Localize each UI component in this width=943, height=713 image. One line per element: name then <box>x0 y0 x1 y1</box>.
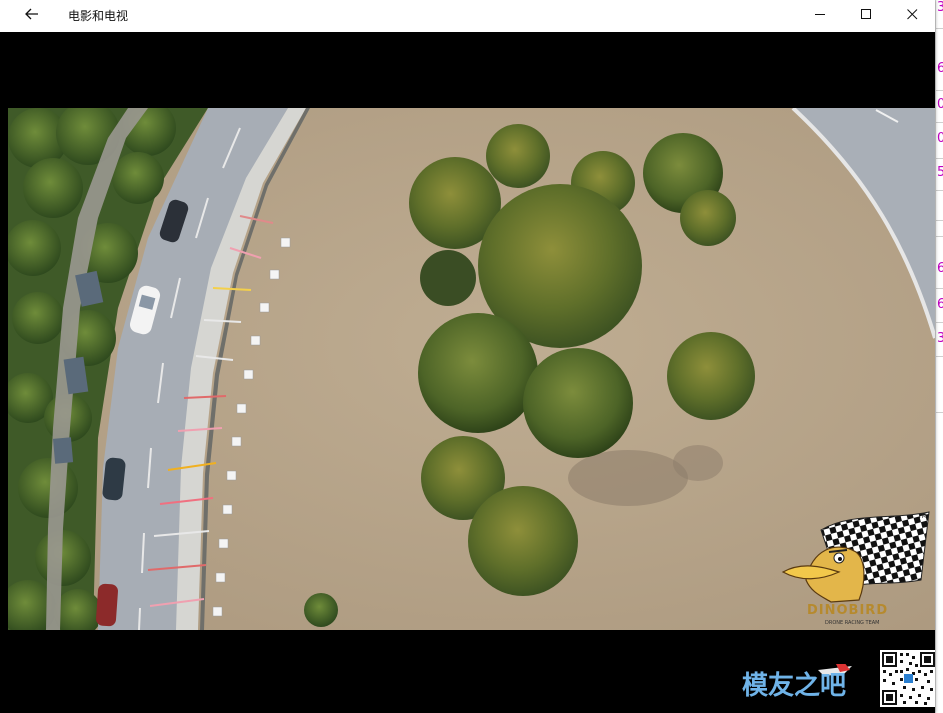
video-player[interactable]: TM DINOBIRD DRONE RACING TEAM 模友之吧 <box>8 32 935 708</box>
site-watermark: 模友之吧 <box>740 664 860 704</box>
logo-tagline: DRONE RACING TEAM <box>825 620 879 626</box>
window-title: 电影和电视 <box>68 9 129 23</box>
movies-tv-window: 电影和电视 TM DINOBIRD DRONE RACING TEAM 模友之吧 <box>0 0 935 713</box>
watermark-text: 模友之吧 <box>742 670 846 701</box>
background-text-fragment: 6 <box>937 62 943 76</box>
back-button[interactable] <box>8 0 56 32</box>
back-arrow-icon <box>25 7 39 25</box>
close-button[interactable] <box>889 0 935 32</box>
title-bar[interactable]: 电影和电视 <box>0 0 935 32</box>
logo-trademark: TM <box>917 513 927 520</box>
background-text-fragment: 6 <box>937 262 943 276</box>
dinobird-logo: TM DINOBIRD DRONE RACING TEAM <box>781 510 933 628</box>
minimize-icon <box>814 7 826 25</box>
background-text-fragment: 6 <box>937 298 943 312</box>
logo-brand-text: DINOBIRD <box>807 603 888 618</box>
maximize-button[interactable] <box>843 0 889 32</box>
close-icon <box>906 7 918 25</box>
background-text-fragment: 5 <box>937 166 943 180</box>
minimize-button[interactable] <box>797 0 843 32</box>
qr-code <box>880 650 935 707</box>
background-text-fragment: 3 <box>937 332 943 346</box>
background-window-edge: 3 6 0 0 5 6 6 3 <box>935 0 943 713</box>
background-text-fragment: 0 <box>937 98 943 112</box>
background-text-fragment: 0 <box>937 132 943 146</box>
screen: 3 6 0 0 5 6 6 3 电影和电视 TM DINOBIRD DRONE … <box>0 0 943 713</box>
maximize-icon <box>860 7 872 25</box>
background-text-fragment: 3 <box>937 1 943 15</box>
